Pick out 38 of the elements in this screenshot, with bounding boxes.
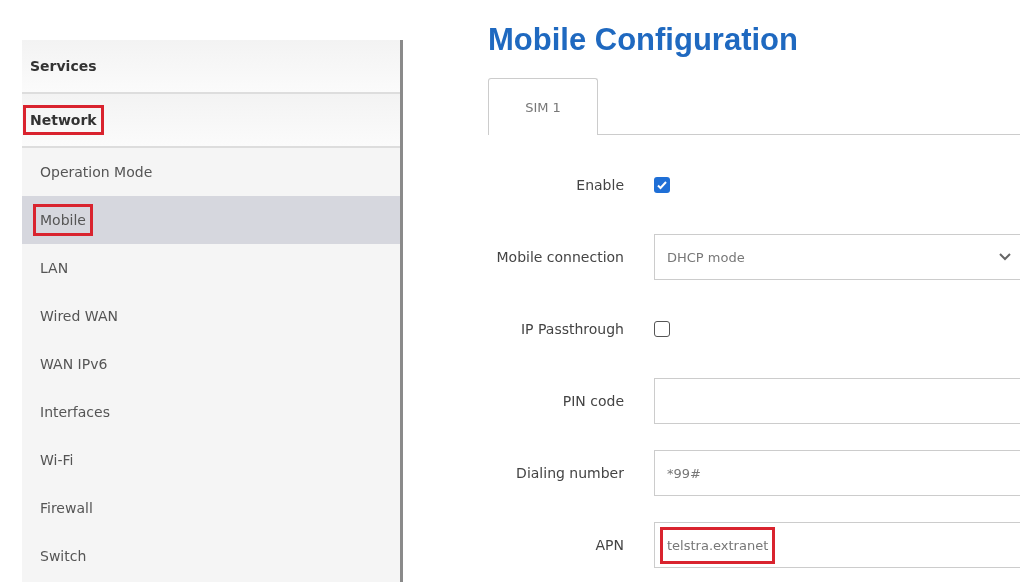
sidebar-item[interactable]: Operation Mode [22,148,400,196]
sidebar-item[interactable]: Interfaces [22,388,400,436]
item-label: Firewall [39,499,94,518]
item-label: Switch [39,547,88,566]
field-label: IP Passthrough [520,321,624,337]
sidebar-item[interactable]: Wired WAN [22,292,400,340]
chevron-down-icon [998,252,1012,262]
input-field[interactable]: *99# [654,450,1020,496]
item-label: Interfaces [39,403,111,422]
checkbox[interactable] [654,321,670,337]
field-label: Dialing number [515,465,624,481]
field-value: *99# [666,464,702,483]
select-field[interactable]: DHCP mode [654,234,1020,280]
item-label: Wi-Fi [39,451,75,470]
sidebar-item[interactable]: Firewall [22,484,400,532]
section-label: Network [26,108,101,132]
sidebar-item[interactable]: Wi-Fi [22,436,400,484]
field-label: PIN code [561,393,624,409]
sidebar-item[interactable]: WAN IPv6 [22,340,400,388]
item-label: Operation Mode [39,163,154,182]
item-label: Wired WAN [39,307,119,326]
tab[interactable]: SIM 1 [488,78,598,135]
item-label: LAN [39,259,70,278]
item-label: Mobile [36,207,90,233]
item-label: WAN IPv6 [39,355,109,374]
checkbox[interactable] [654,177,670,193]
field-value: DHCP mode [666,248,746,267]
section-label: Services [29,57,98,76]
field-label: Mobile connection [495,249,624,265]
sidebar-item[interactable]: Mobile [22,196,400,244]
input-field[interactable] [654,378,1020,424]
sidebar-item[interactable]: Switch [22,532,400,580]
field-label: Enable [575,177,624,193]
field-value: telstra.extranet [663,529,773,561]
input-field[interactable]: telstra.extranet [654,522,1020,568]
field-label: APN [594,537,624,553]
sidebar-item[interactable]: LAN [22,244,400,292]
page-title: Mobile Configuration [488,22,799,58]
